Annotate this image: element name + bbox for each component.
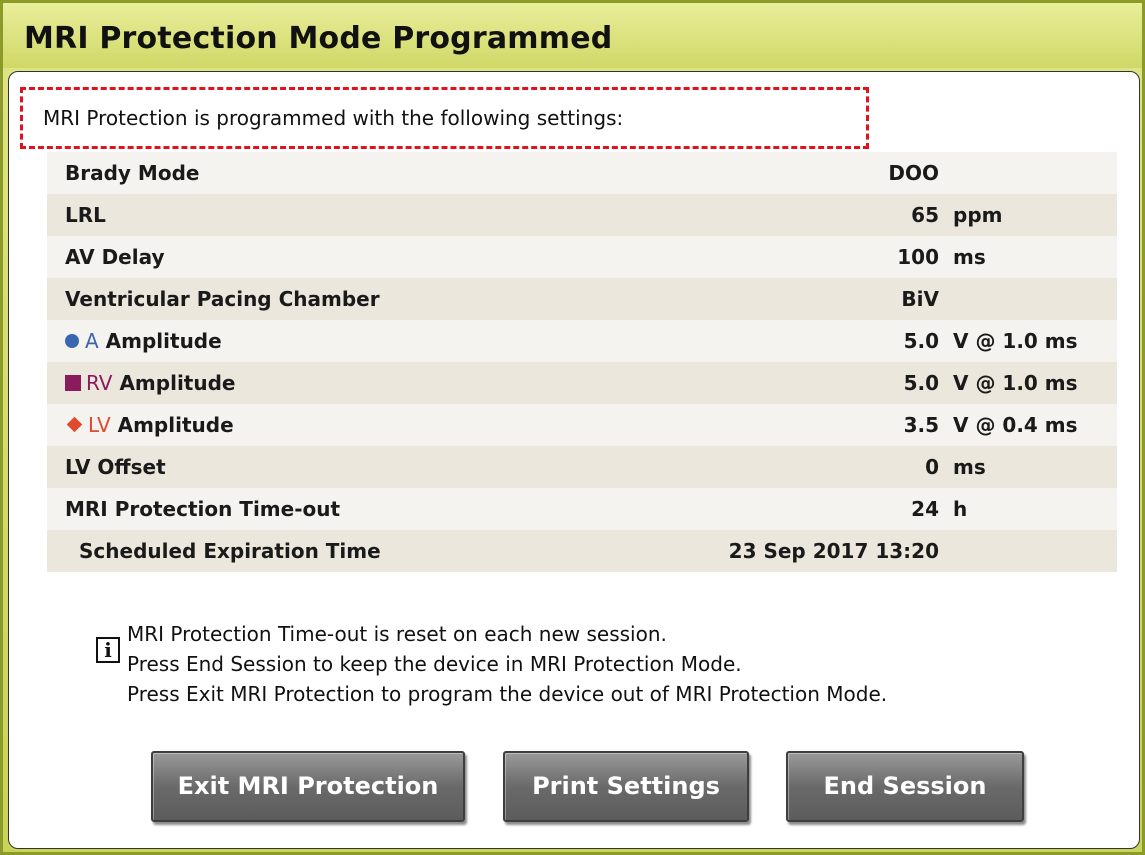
- setting-row-rv-amplitude: RV Amplitude 5.0 V @ 1.0 ms: [47, 362, 1117, 404]
- setting-label: LRL: [65, 203, 106, 227]
- setting-unit: V @ 1.0 ms: [953, 329, 1078, 353]
- setting-row-expiration-time: Scheduled Expiration Time 23 Sep 2017 13…: [47, 530, 1117, 572]
- amplitude-label: Amplitude: [105, 329, 222, 353]
- setting-row-brady-mode: Brady Mode DOO: [47, 152, 1117, 194]
- dialog-title: MRI Protection Mode Programmed: [24, 21, 613, 56]
- setting-label: Ventricular Pacing Chamber: [65, 287, 380, 311]
- exit-mri-protection-button[interactable]: Exit MRI Protection: [151, 751, 465, 822]
- amplitude-label: Amplitude: [117, 413, 234, 437]
- setting-label: RV Amplitude: [65, 371, 235, 395]
- setting-unit: ms: [953, 245, 986, 269]
- dialog-content: MRI Protection is programmed with the fo…: [8, 71, 1140, 849]
- setting-unit: ms: [953, 455, 986, 479]
- diamond-icon: [66, 416, 83, 433]
- setting-value: 3.5: [903, 413, 939, 437]
- setting-label: MRI Protection Time-out: [65, 497, 341, 521]
- setting-unit: ppm: [953, 203, 1003, 227]
- setting-label: Brady Mode: [65, 161, 200, 185]
- setting-label: LV Amplitude: [65, 413, 234, 437]
- settings-table: Brady Mode DOO LRL 65 ppm AV Delay 100 m…: [47, 152, 1117, 572]
- info-line-2: Press End Session to keep the device in …: [127, 652, 742, 676]
- channel-lv-label: LV: [88, 413, 111, 437]
- setting-label: AV Delay: [65, 245, 165, 269]
- setting-value: 5.0: [903, 371, 939, 395]
- square-icon: [65, 374, 81, 391]
- setting-value: 0: [925, 455, 939, 479]
- channel-rv-label: RV: [86, 371, 113, 395]
- setting-label: A Amplitude: [65, 329, 222, 353]
- setting-row-lrl: LRL 65 ppm: [47, 194, 1117, 236]
- circle-icon: [65, 333, 79, 348]
- setting-row-ventricular-pacing-chamber: Ventricular Pacing Chamber BiV: [47, 278, 1117, 320]
- intro-text: MRI Protection is programmed with the fo…: [43, 106, 624, 130]
- setting-row-lv-amplitude: LV Amplitude 3.5 V @ 0.4 ms: [47, 404, 1117, 446]
- setting-row-time-out: MRI Protection Time-out 24 h: [47, 488, 1117, 530]
- setting-value: 5.0: [903, 329, 939, 353]
- setting-label: Scheduled Expiration Time: [79, 539, 381, 563]
- info-line-1: MRI Protection Time-out is reset on each…: [127, 622, 667, 646]
- title-bar: MRI Protection Mode Programmed: [3, 3, 1142, 68]
- setting-unit: V @ 0.4 ms: [953, 413, 1078, 437]
- channel-a-label: A: [85, 329, 99, 353]
- setting-label: LV Offset: [65, 455, 166, 479]
- setting-value: 100: [897, 245, 939, 269]
- end-session-button[interactable]: End Session: [786, 751, 1024, 822]
- info-line-3: Press Exit MRI Protection to program the…: [127, 682, 888, 706]
- setting-row-av-delay: AV Delay 100 ms: [47, 236, 1117, 278]
- setting-value: 23 Sep 2017 13:20: [728, 539, 939, 563]
- setting-value: BiV: [901, 287, 939, 311]
- setting-unit: h: [953, 497, 968, 521]
- amplitude-label: Amplitude: [119, 371, 236, 395]
- setting-value: 24: [911, 497, 939, 521]
- setting-value: DOO: [888, 161, 939, 185]
- setting-unit: V @ 1.0 ms: [953, 371, 1078, 395]
- print-settings-button[interactable]: Print Settings: [503, 751, 749, 822]
- mri-protection-dialog: MRI Protection Mode Programmed MRI Prote…: [0, 0, 1145, 855]
- info-icon: i: [96, 637, 120, 663]
- setting-row-a-amplitude: A Amplitude 5.0 V @ 1.0 ms: [47, 320, 1117, 362]
- setting-value: 65: [911, 203, 939, 227]
- setting-row-lv-offset: LV Offset 0 ms: [47, 446, 1117, 488]
